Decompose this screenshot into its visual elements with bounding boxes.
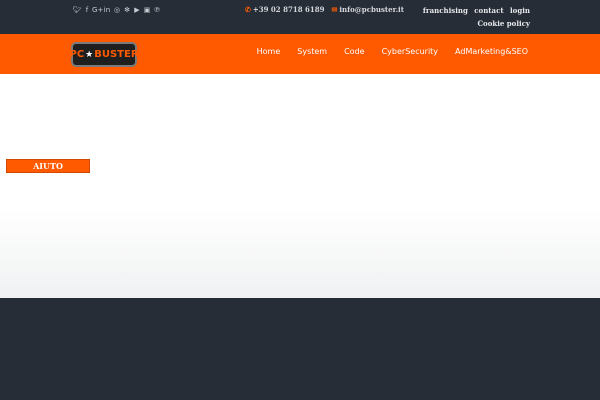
facebook-icon[interactable]: f — [82, 5, 92, 15]
linkedin-icon[interactable]: in — [102, 5, 112, 15]
social-links: 🐦︎ f G+ in ◎ ✻ ▶ ▣ ℗ — [72, 5, 162, 15]
twitter-icon[interactable]: 🐦︎ — [72, 5, 82, 15]
logo-text-right: BUSTER — [94, 49, 139, 60]
yelp-icon[interactable]: ✻ — [122, 5, 132, 15]
instagram-icon[interactable]: ◎ — [112, 5, 122, 15]
phone-link[interactable]: ✆ +39 02 8718 6189 — [245, 5, 325, 14]
main-nav: Home System Code CyberSecurity AdMarketi… — [240, 47, 528, 56]
star-icon: ★ — [85, 49, 94, 60]
envelope-icon: ✉ — [331, 5, 338, 14]
cookie-policy-link[interactable]: Cookie policy — [477, 19, 530, 28]
nav-item-system[interactable]: System — [297, 47, 327, 56]
top-links: franchising contact login Cookie policy — [410, 4, 530, 30]
logo-text-left: PC — [69, 49, 85, 60]
franchising-link[interactable]: franchising — [423, 6, 468, 15]
nav-item-code[interactable]: Code — [344, 47, 364, 56]
nav-item-cybersecurity[interactable]: CyberSecurity — [382, 47, 438, 56]
urgent-help-button[interactable]: AIUTO URGENTE! — [6, 159, 90, 183]
youtube-icon[interactable]: ▶ — [132, 5, 142, 15]
email-link[interactable]: ✉ info@pcbuster.it — [332, 5, 404, 14]
site-logo[interactable]: PC ★ BUSTER — [69, 42, 139, 67]
contact-info: ✆ +39 02 8718 6189 ✉ info@pcbuster.it — [245, 5, 404, 14]
login-link[interactable]: login — [510, 6, 530, 15]
flickr-icon[interactable]: ▣ — [142, 5, 152, 15]
google-plus-icon[interactable]: G+ — [92, 5, 103, 15]
nav-item-admarketing-seo[interactable]: AdMarketing&SEO — [455, 47, 528, 56]
phone-icon: ✆ — [245, 5, 251, 14]
contact-link[interactable]: contact — [474, 6, 503, 15]
top-bar: 🐦︎ f G+ in ◎ ✻ ▶ ▣ ℗ ✆ +39 02 8718 6189 ✉… — [0, 0, 600, 34]
pinterest-icon[interactable]: ℗ — [152, 5, 162, 15]
nav-item-home[interactable]: Home — [257, 47, 281, 56]
footer — [0, 298, 600, 400]
hero-section — [0, 74, 600, 298]
